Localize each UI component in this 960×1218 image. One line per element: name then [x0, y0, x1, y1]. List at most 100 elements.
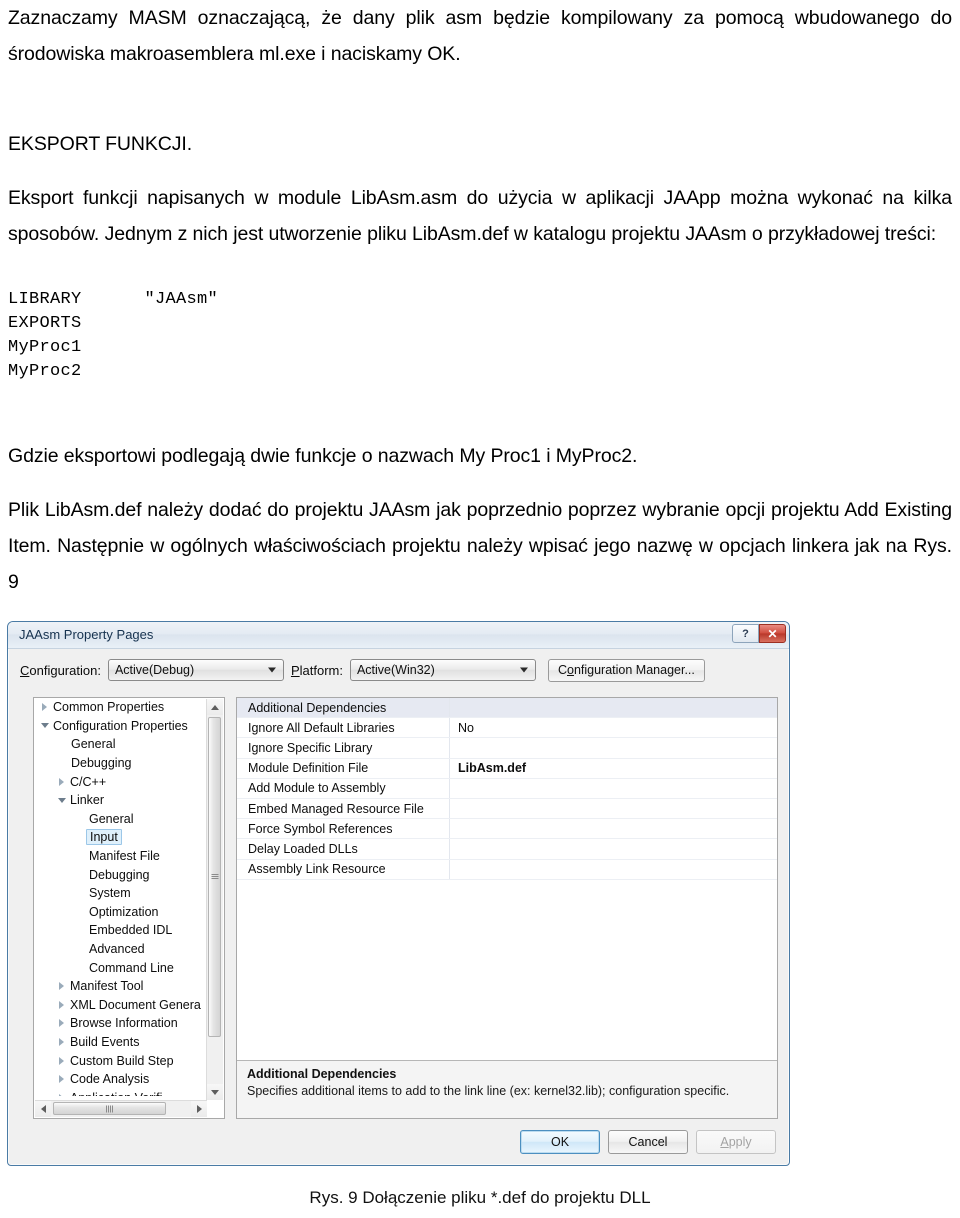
scroll-down-icon[interactable]: [207, 1084, 223, 1100]
chevron-right-icon[interactable]: [55, 982, 68, 991]
tree-item-command-line[interactable]: Command Line: [34, 958, 204, 977]
tree-item-browse-information[interactable]: Browse Information: [34, 1014, 204, 1033]
property-row[interactable]: Assembly Link Resource: [237, 859, 777, 880]
tree-item-embedded-idl[interactable]: Embedded IDL: [34, 921, 204, 940]
property-row[interactable]: Add Module to Assembly: [237, 778, 777, 799]
property-row[interactable]: Delay Loaded DLLs: [237, 839, 777, 860]
document-body: Zaznaczamy MASM oznaczającą, że dany pli…: [8, 0, 952, 600]
property-row[interactable]: Ignore All Default Libraries No: [237, 718, 777, 739]
scroll-left-icon[interactable]: [35, 1101, 51, 1117]
configuration-label-rest: onfiguration:: [29, 662, 101, 678]
cancel-button[interactable]: Cancel: [608, 1130, 688, 1154]
tree-item-input[interactable]: Input: [34, 828, 204, 847]
chevron-right-icon[interactable]: [55, 1037, 68, 1046]
tree-item-label: General: [89, 811, 134, 826]
tree-vscroll-thumb[interactable]: [208, 717, 221, 1037]
grip-icon: [105, 1105, 114, 1112]
scroll-up-icon[interactable]: [207, 699, 223, 715]
tree-item-optimization[interactable]: Optimization: [34, 903, 204, 922]
property-value[interactable]: [449, 698, 777, 718]
chevron-right-icon[interactable]: [55, 777, 68, 786]
dialog-titlebar[interactable]: JAAsm Property Pages ? ✕: [8, 622, 789, 649]
tree-item-label: Configuration Properties: [53, 718, 188, 733]
tree-item-general[interactable]: General: [34, 735, 204, 754]
cfgmgr-accel: o: [567, 663, 574, 677]
tree-item-advanced[interactable]: Advanced: [34, 940, 204, 959]
property-value[interactable]: [449, 738, 777, 758]
property-tree[interactable]: Common Properties Configuration Propertie…: [34, 698, 204, 1096]
tree-item-debugging[interactable]: Debugging: [34, 754, 204, 773]
close-x-icon[interactable]: ✕: [759, 624, 786, 643]
code-block-libasm-def: LIBRARY "JAAsm" EXPORTS MyProc1 MyProc2: [8, 290, 219, 381]
ok-button[interactable]: OK: [520, 1130, 600, 1154]
tree-item-linker[interactable]: Linker: [34, 791, 204, 810]
property-value[interactable]: LibAsm.def: [449, 758, 777, 778]
tree-item-configuration-properties[interactable]: Configuration Properties: [34, 717, 204, 736]
property-row[interactable]: Module Definition File LibAsm.def: [237, 758, 777, 779]
tree-item-general[interactable]: General: [34, 810, 204, 829]
paragraph-dodanie-pliku: Plik LibAsm.def należy dodać do projektu…: [8, 499, 952, 593]
tree-hscroll-thumb[interactable]: [53, 1102, 166, 1115]
platform-label: Platform:: [291, 663, 343, 678]
tree-item-xml-document-genera[interactable]: XML Document Genera: [34, 996, 204, 1015]
heading-eksport-funkcji: EKSPORT FUNKCJI.: [8, 133, 193, 155]
tree-item-label: Manifest File: [89, 849, 160, 864]
tree-item-manifest-tool[interactable]: Manifest Tool: [34, 977, 204, 996]
tree-item-label: Custom Build Step: [70, 1053, 174, 1068]
tree-item-c-c[interactable]: C/C++: [34, 772, 204, 791]
configuration-label-accel: C: [20, 662, 30, 678]
tree-item-debugging[interactable]: Debugging: [34, 865, 204, 884]
chevron-right-icon[interactable]: [55, 1093, 68, 1096]
tree-item-label: Command Line: [89, 960, 174, 975]
platform-label-accel: P: [290, 662, 300, 678]
tree-item-label: Manifest Tool: [70, 979, 144, 994]
property-name: Force Symbol References: [248, 821, 393, 836]
platform-value: Active(Win32): [356, 663, 435, 677]
property-name: Ignore Specific Library: [248, 740, 373, 755]
property-row[interactable]: Embed Managed Resource File: [237, 798, 777, 820]
tree-item-label: Code Analysis: [70, 1072, 150, 1087]
apply-button[interactable]: Apply: [696, 1130, 776, 1154]
tree-item-manifest-file[interactable]: Manifest File: [34, 847, 204, 866]
tree-item-system[interactable]: System: [34, 884, 204, 903]
tree-item-common-properties[interactable]: Common Properties: [34, 698, 204, 717]
tree-item-custom-build-step[interactable]: Custom Build Step: [34, 1051, 204, 1070]
property-value[interactable]: No: [449, 718, 777, 738]
chevron-right-icon[interactable]: [38, 703, 51, 712]
tree-item-label: XML Document Genera: [70, 997, 201, 1012]
chevron-down-icon[interactable]: [38, 723, 51, 729]
chevron-right-icon[interactable]: [55, 1019, 68, 1028]
property-pages-dialog: JAAsm Property Pages ? ✕ Configuration: …: [7, 621, 790, 1166]
property-row[interactable]: Additional Dependencies: [237, 698, 777, 719]
grip-icon: [211, 874, 218, 880]
scroll-right-icon[interactable]: [191, 1101, 207, 1117]
property-row[interactable]: Force Symbol References: [237, 819, 777, 840]
property-grid[interactable]: Additional Dependencies Ignore All Defaul…: [237, 698, 777, 970]
chevron-right-icon[interactable]: [55, 1056, 68, 1065]
tree-item-code-analysis[interactable]: Code Analysis: [34, 1070, 204, 1089]
platform-combobox[interactable]: Active(Win32): [349, 659, 536, 681]
property-name: Additional Dependencies: [237, 700, 449, 715]
dialog-footer: OK Cancel Apply: [520, 1130, 776, 1154]
configuration-combobox[interactable]: Active(Debug): [107, 659, 284, 681]
chevron-down-icon[interactable]: [55, 797, 68, 803]
tree-vertical-scrollbar[interactable]: [206, 699, 223, 1100]
property-tree-panel: Common Properties Configuration Propertie…: [33, 697, 225, 1119]
property-value[interactable]: [449, 819, 777, 839]
property-value[interactable]: [449, 778, 777, 798]
tree-horizontal-scrollbar[interactable]: [35, 1100, 207, 1117]
chevron-right-icon[interactable]: [55, 1075, 68, 1084]
property-value[interactable]: [449, 859, 777, 879]
tree-item-build-events[interactable]: Build Events: [34, 1033, 204, 1052]
help-icon[interactable]: ?: [732, 624, 759, 643]
configuration-manager-button[interactable]: Co nfiguration Manager...: [547, 658, 705, 682]
property-grid-panel: Additional Dependencies Ignore All Defaul…: [236, 697, 778, 1119]
chevron-down-icon: [519, 667, 528, 673]
tree-item-application-verifi[interactable]: Application Verifi: [34, 1088, 204, 1096]
property-value[interactable]: [449, 798, 777, 819]
tree-item-label: Build Events: [70, 1034, 140, 1049]
description-body: Specifies additional items to add to the…: [247, 1084, 730, 1098]
chevron-right-icon[interactable]: [55, 1000, 68, 1009]
property-value[interactable]: [449, 839, 777, 859]
property-row[interactable]: Ignore Specific Library: [237, 738, 777, 759]
